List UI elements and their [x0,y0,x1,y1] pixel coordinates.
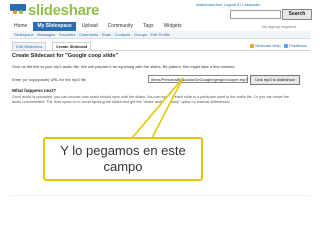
callout-pointer [131,77,184,139]
callout-pointer-mask [45,139,201,143]
callout-box: Y lo pegamos en este campo [43,137,203,181]
callout-text: Y lo pegamos en este campo [60,143,186,174]
